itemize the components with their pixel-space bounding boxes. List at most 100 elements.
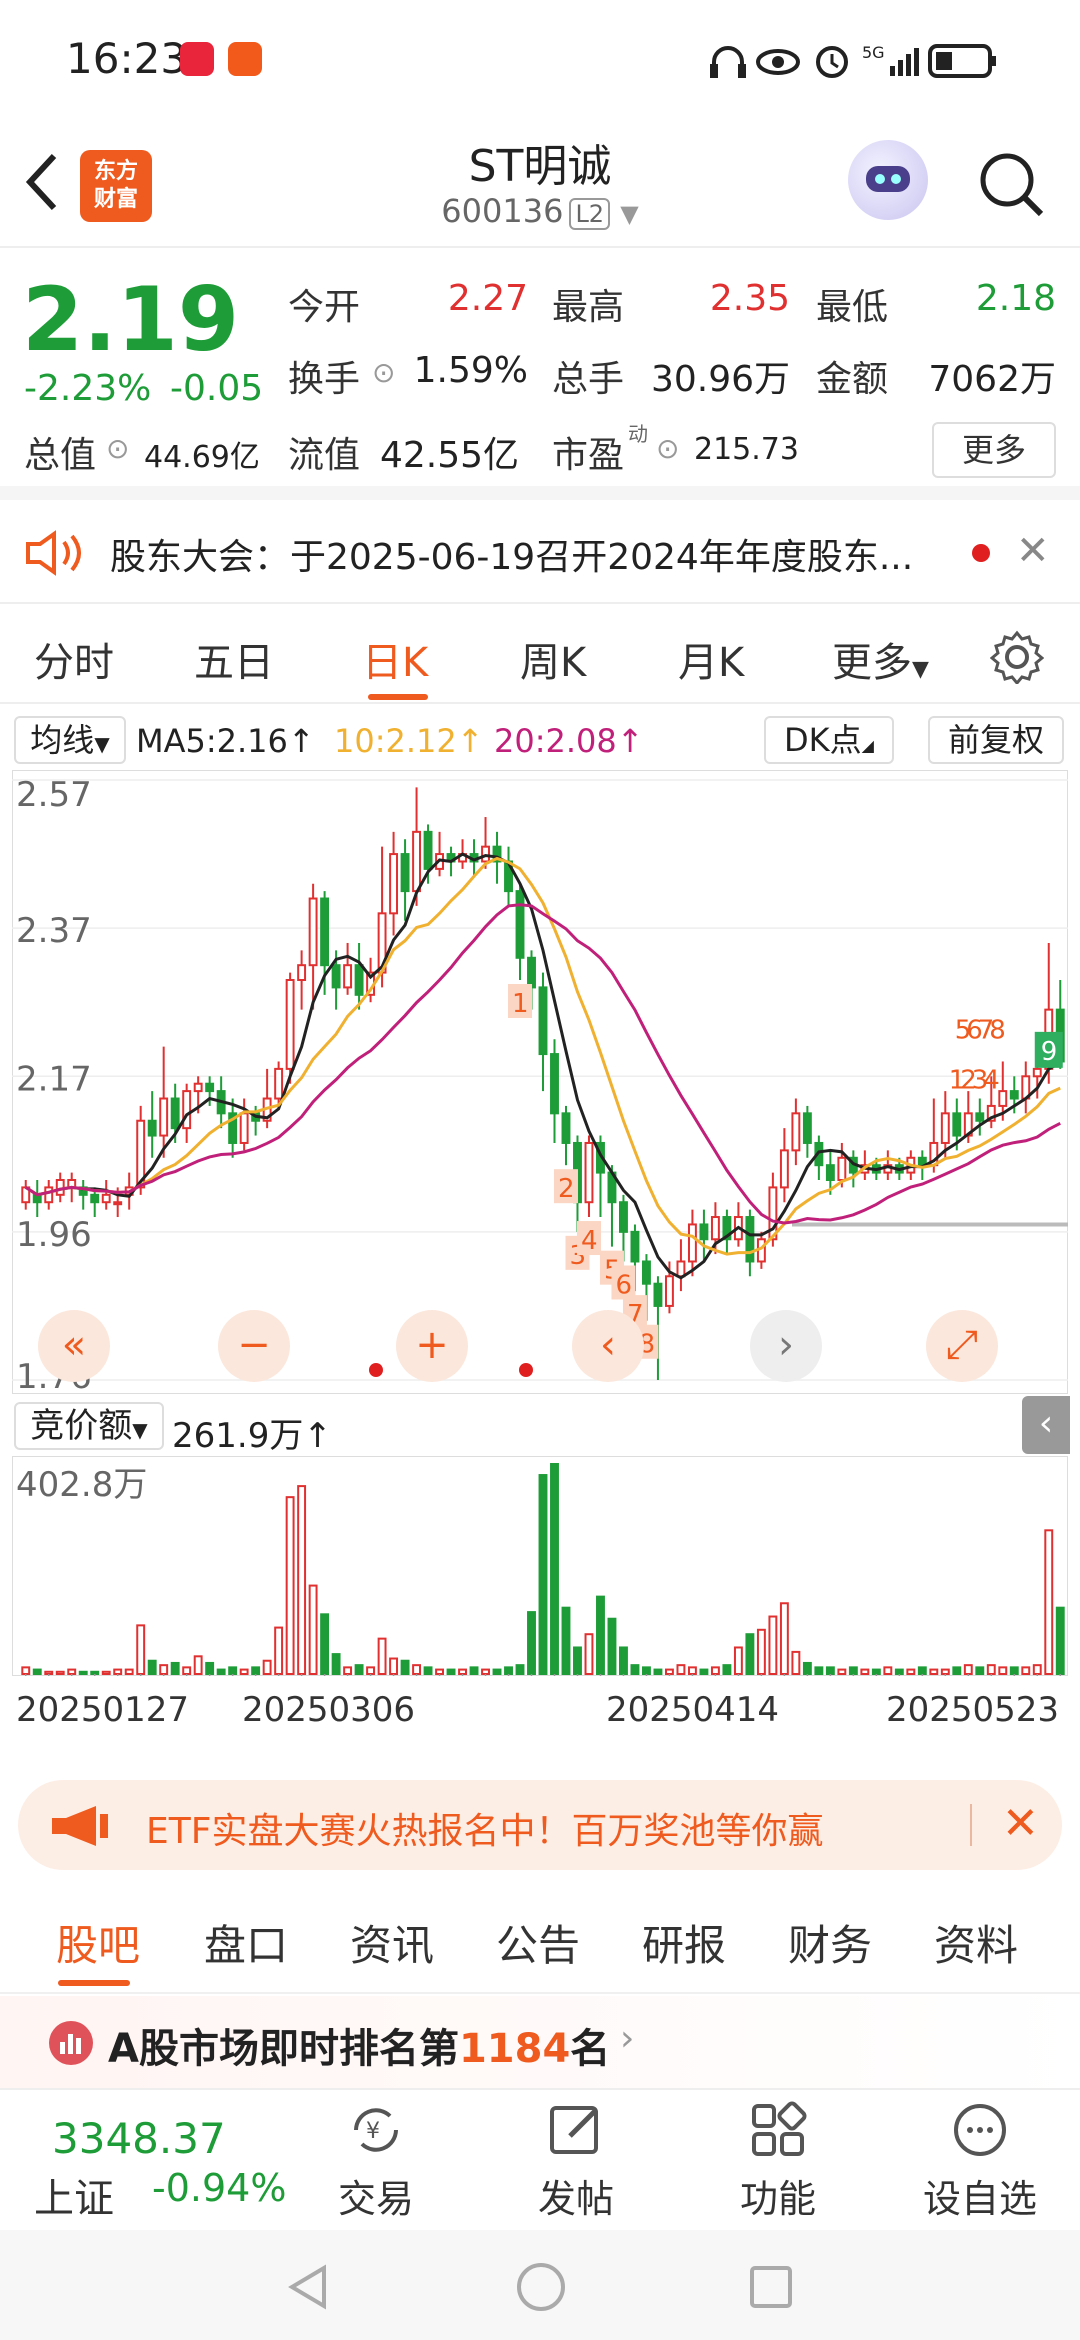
tab-guba[interactable]: 股吧 [56, 1912, 140, 1973]
nav-add-watchlist[interactable]: 设自选 [910, 2100, 1050, 2223]
tab-five-day[interactable]: 五日 [194, 630, 274, 688]
next-button[interactable]: › [750, 1310, 822, 1382]
volume-bar [366, 1666, 376, 1676]
rank-number: 1184 [458, 2026, 571, 2072]
assistant-avatar[interactable] [848, 140, 928, 220]
price-axis-label: 2.37 [16, 911, 92, 951]
candle-body [101, 1193, 111, 1204]
candle-body [354, 964, 364, 996]
candle-body [791, 1112, 801, 1152]
nav-post[interactable]: 发帖 [506, 2100, 646, 2223]
tab-research[interactable]: 研报 [642, 1912, 726, 1973]
gear-icon[interactable] [990, 630, 1044, 684]
ma-legend-bar: 均线▼ MA5:2.16↑ 10:2.12↑ 20:2.08↑ DK点◢ 前复权 [0, 712, 1080, 768]
megaphone-icon [52, 1806, 108, 1846]
volume-bar [21, 1666, 31, 1676]
volume-bar [469, 1666, 479, 1676]
info-icon[interactable]: ⊙ [656, 432, 679, 465]
candle-body [389, 853, 399, 915]
tab-weekly-k[interactable]: 周K [520, 630, 586, 688]
price-axis-label: 2.57 [16, 775, 92, 815]
candle-body [320, 897, 330, 967]
close-icon[interactable]: ✕ [1016, 528, 1050, 574]
candle-body [676, 1260, 686, 1278]
turnover-label: 换手 [288, 359, 361, 400]
chart-frame [12, 770, 1068, 1394]
candle-body [412, 830, 422, 893]
tab-intraday[interactable]: 分时 [34, 630, 114, 688]
tab-orderbook[interactable]: 盘口 [204, 1912, 288, 1973]
prev-button[interactable]: ‹ [572, 1310, 644, 1382]
more-button[interactable]: 更多 [932, 422, 1056, 478]
volume-selector[interactable]: 竞价额▼ [14, 1402, 164, 1450]
home-circle-icon[interactable] [514, 2260, 568, 2314]
notice-bar[interactable]: 股东大会：于2025-06-19召开2024年年度股东... ✕ [0, 500, 1080, 604]
candle-body [159, 1097, 169, 1137]
tab-announcements[interactable]: 公告 [496, 1912, 580, 1973]
etf-banner[interactable]: ETF实盘大赛火热报名中！百万奖池等你赢 ✕ [18, 1780, 1062, 1870]
candle-body [952, 1112, 962, 1137]
ma10-value: 10:2.12↑ [334, 722, 484, 760]
low-label: 最低 [816, 287, 889, 328]
volume-bar [791, 1650, 801, 1675]
candlestick-chart[interactable]: 2.572.372.171.961.76123456789123456789 [12, 770, 1068, 1394]
tab-profile[interactable]: 资料 [934, 1912, 1018, 1973]
volume-bar [894, 1668, 904, 1676]
info-icon[interactable]: ⊙ [106, 432, 129, 465]
scroll-left-button[interactable]: « [38, 1310, 110, 1382]
volume-bar [642, 1666, 651, 1676]
banner-text: ETF实盘大赛火热报名中！百万奖池等你赢 [146, 1811, 824, 1852]
nav-functions[interactable]: 功能 [708, 2100, 848, 2223]
zoom-in-button[interactable]: + [396, 1310, 468, 1382]
dk-marker-label: 8 [989, 1016, 1006, 1046]
close-icon[interactable]: ✕ [1002, 1798, 1039, 1849]
volume-bar [573, 1646, 582, 1675]
volume-bar [182, 1666, 192, 1676]
volume-bar [561, 1606, 571, 1675]
recents-square-icon[interactable] [746, 2262, 796, 2312]
nav-label: 发帖 [537, 2177, 614, 2221]
volume-legend-bar: 竞价额▼ 261.9万↑ [0, 1398, 1080, 1456]
back-triangle-icon[interactable] [284, 2262, 334, 2312]
tab-news[interactable]: 资讯 [350, 1912, 434, 1973]
candle-body [400, 853, 410, 893]
info-icon[interactable]: ⊙ [372, 356, 395, 389]
ma20-value: 20:2.08↑ [494, 722, 644, 760]
tab-monthly-k[interactable]: 月K [678, 630, 744, 688]
ma-selector[interactable]: 均线▼ [14, 716, 126, 764]
volume-bar [193, 1655, 203, 1676]
collapse-panel-button[interactable]: ‹ [1022, 1396, 1070, 1454]
pe-label: 市盈 [552, 435, 625, 476]
dk-point-button[interactable]: DK点◢ [764, 716, 894, 764]
dk-marker: 1 [508, 984, 533, 1019]
volume-bar [55, 1670, 65, 1676]
fullscreen-button[interactable]: ⤢ [926, 1310, 998, 1382]
volume-bar [262, 1659, 272, 1676]
robot-icon [866, 166, 910, 192]
volume-bar [205, 1661, 215, 1676]
candle-body [538, 986, 548, 1056]
volume-bar [1055, 1606, 1065, 1675]
volume-bar [400, 1659, 410, 1676]
volume-chart[interactable]: 402.8万 [12, 1456, 1068, 1676]
volume-bar [607, 1617, 617, 1676]
market-rank-row[interactable]: A股市场即时排名第1184名 › [0, 1996, 1080, 2088]
volume-bar [848, 1666, 858, 1676]
open-label: 今开 [288, 287, 361, 328]
search-icon[interactable] [975, 148, 1047, 220]
candle-body [423, 830, 433, 870]
date-label: 20250414 [606, 1690, 780, 1730]
notice-text: 股东大会：于2025-06-19召开2024年年度股东... [110, 537, 914, 578]
rank-chart-icon [49, 2021, 93, 2065]
volume-bar [90, 1670, 100, 1676]
tab-daily-k[interactable]: 日K [362, 630, 428, 688]
candle-body [182, 1090, 192, 1130]
volume-bar [423, 1666, 433, 1676]
yen-cycle-icon: ¥ [354, 2108, 398, 2152]
candle-body [527, 956, 536, 989]
zoom-out-button[interactable]: − [218, 1310, 290, 1382]
nav-trade[interactable]: ¥ 交易 [306, 2100, 446, 2223]
tab-more[interactable]: 更多▼ [832, 630, 929, 688]
adjust-button[interactable]: 前复权 [928, 716, 1064, 764]
tab-finance[interactable]: 财务 [788, 1912, 872, 1973]
